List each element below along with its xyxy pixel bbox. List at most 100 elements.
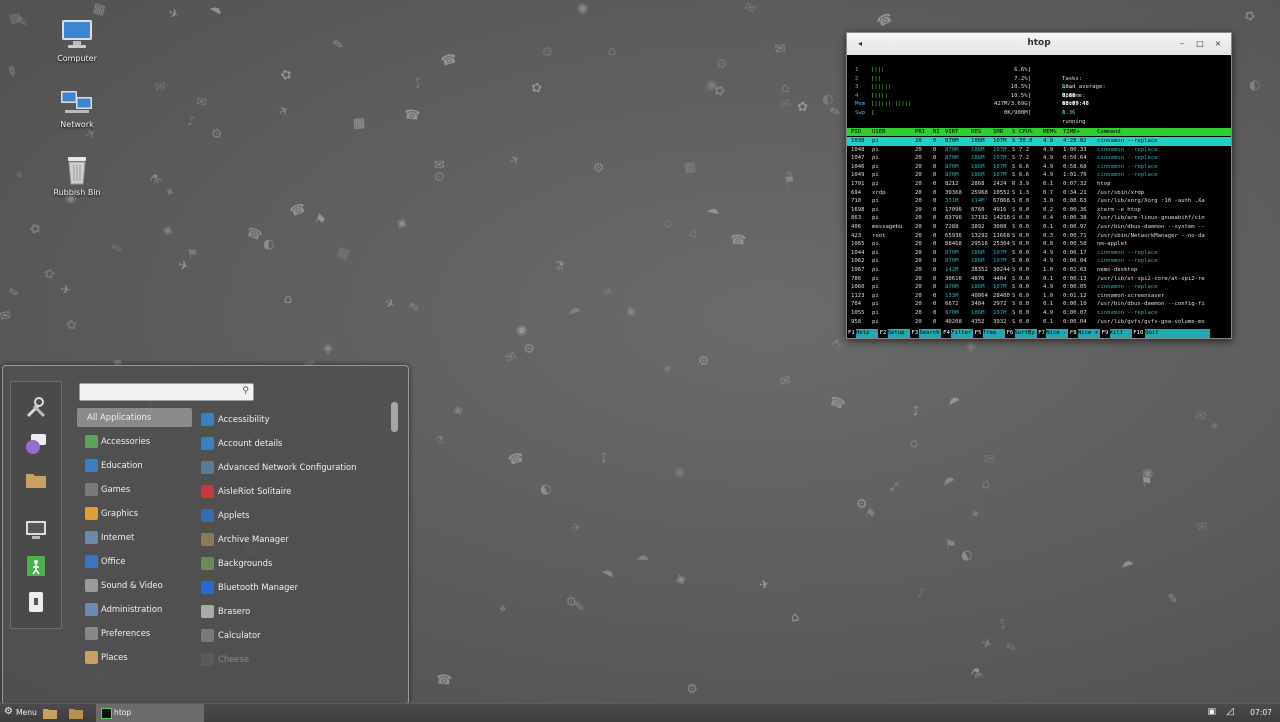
window-titlebar[interactable]: ◂ htop – □ × [847, 33, 1231, 55]
function-key-f10[interactable]: F10 [1133, 329, 1143, 338]
clock[interactable]: 07:07 [1250, 708, 1272, 717]
home-folder-launcher[interactable] [69, 704, 85, 722]
terminal-area[interactable]: 1 [||| 6.6%] 2 [|| 7.2%] 3 [||||| 10.5%] 4 [|||| 10… [847, 56, 1231, 338]
scrollbar[interactable] [391, 402, 398, 432]
app-item-cheese[interactable]: Cheese [197, 650, 397, 669]
application-menu[interactable]: ⚲ All Applications Accessories Education Ga… [2, 365, 409, 705]
function-key-label[interactable]: Search [919, 329, 942, 338]
function-key-f9[interactable]: F9 [1102, 329, 1109, 338]
column-header-pid[interactable]: PID [851, 128, 861, 137]
category-office[interactable]: Office [77, 552, 192, 571]
process-row[interactable]: 1047 pi 20 0 870M 186M 107M S 7.2 4.9 0:59.64 cinna… [847, 154, 1231, 163]
function-key-f1[interactable]: F1 [848, 329, 855, 338]
function-key-label[interactable]: Help [856, 329, 878, 338]
app-item-archive-manager[interactable]: Archive Manager [197, 530, 397, 549]
function-key-f2[interactable]: F2 [880, 329, 887, 338]
process-row[interactable]: 1048 pi 20 0 870M 186M 107M S 7.2 4.9 1:00.33 cinna… [847, 146, 1231, 155]
category-places[interactable]: Places [77, 648, 192, 667]
column-header-shr[interactable]: SHR [993, 128, 1003, 137]
maximize-button[interactable]: □ [1193, 37, 1207, 51]
process-row[interactable]: 1065 pi 20 0 88468 29516 25304 S 0.0 0.8 0:00.58 nm… [847, 240, 1231, 249]
tools-icon[interactable] [24, 396, 48, 420]
desktop-icon-network[interactable]: Network [37, 88, 117, 129]
function-key-f5[interactable]: F5 [975, 329, 982, 338]
function-key-label[interactable]: Filter [951, 329, 974, 338]
category-games[interactable]: Games [77, 480, 192, 499]
process-row[interactable]: 863 pi 20 0 63796 17192 14216 S 0.0 0.4 0:00.38/us… [847, 214, 1231, 223]
function-key-label[interactable]: Quit [1145, 329, 1210, 338]
process-row[interactable]: 784 pi 20 0 6672 3484 2972 S 0.0 0.1 0:00.10/usr/b… [847, 300, 1231, 309]
folder-icon[interactable] [24, 468, 48, 492]
column-header-time[interactable]: TIME+ [1063, 128, 1080, 137]
process-row[interactable]: 1060 pi 20 0 870M 186M 107M S 0.0 4.9 0:00.05 cinna… [847, 283, 1231, 292]
function-key-bar[interactable]: F1 Help F2 Setup F3 Search F4 Filter F5 Tree F6 Sor… [847, 329, 1231, 338]
function-key-label[interactable]: SortBy [1014, 329, 1037, 338]
htop-window[interactable]: ◂ htop – □ × 1 [||| 6.6%] 2 [|| 7.2%] 3 [||||| 1… [846, 32, 1232, 339]
app-item-account-details[interactable]: Account details [197, 434, 397, 453]
process-row[interactable]: 1038 pi 20 0 870M 186M 107M S 30.8 4.9 4:28.82 cinn… [847, 137, 1231, 146]
app-item-advanced-network-configuration[interactable]: Advanced Network Configuration [197, 458, 397, 477]
app-item-applets[interactable]: Applets [197, 506, 397, 525]
logout-icon[interactable] [24, 554, 48, 578]
app-item-backgrounds[interactable]: Backgrounds [197, 554, 397, 573]
minimize-button[interactable]: – [1175, 37, 1189, 51]
file-manager-launcher[interactable] [43, 704, 59, 722]
column-header-res[interactable]: RES [971, 128, 981, 137]
function-key-f7[interactable]: F7 [1038, 329, 1045, 338]
function-key-f3[interactable]: F3 [911, 329, 918, 338]
close-button[interactable]: × [1211, 37, 1225, 51]
taskbar-item-htop[interactable]: htop [96, 704, 204, 722]
app-item-brasero[interactable]: Brasero [197, 602, 397, 621]
function-key-f8[interactable]: F8 [1070, 329, 1077, 338]
display-icon[interactable]: ▣ [1207, 707, 1216, 717]
function-key-label[interactable]: Nice + [1077, 329, 1100, 338]
column-header-cmd[interactable]: Command [1097, 128, 1121, 137]
category-internet[interactable]: Internet [77, 528, 192, 547]
process-row[interactable]: 1123 pi 20 0 133M 40064 28400 S 0.0 1.0 0:01.12 cin… [847, 292, 1231, 301]
category-graphics[interactable]: Graphics [77, 504, 192, 523]
app-item-aisleriot-solitaire[interactable]: AisleRiot Solitaire [197, 482, 397, 501]
desktop-icon-computer[interactable]: Computer [37, 18, 117, 63]
app-item-calculator[interactable]: Calculator [197, 626, 397, 645]
process-row[interactable]: 958 pi 20 0 40208 4352 3932 S 0.0 0.1 0:00.04/usr/… [847, 318, 1231, 327]
process-row[interactable]: 1049 pi 20 0 870M 186M 107M S 6.6 4.9 1:01.70 cinna… [847, 171, 1231, 180]
process-table-header[interactable]: PID USER PRI NI VIRT RES SHR S CPU% MEM% TIME+ Comm… [847, 128, 1231, 136]
process-row[interactable]: 694 xrdp 20 0 39368 25968 10552 S 1.3 0.7 0:34.21 /… [847, 189, 1231, 198]
process-row[interactable]: 710 pi 20 0 331M 114M 67868 S 0.0 3.0 0:08.63/usr/… [847, 197, 1231, 206]
process-row[interactable]: 1698 pi 20 0 17096 8760 4916 S 0.0 0.2 0:00.36 xter… [847, 206, 1231, 215]
function-key-f6[interactable]: F6 [1007, 329, 1014, 338]
column-header-s[interactable]: S [1012, 128, 1015, 137]
category-accessories[interactable]: Accessories [77, 432, 192, 451]
chat-icon[interactable] [24, 432, 48, 456]
process-row[interactable]: 1046 pi 20 0 870M 186M 107M S 6.6 4.9 0:58.68 cinna… [847, 163, 1231, 172]
shutdown-icon[interactable] [24, 590, 48, 614]
process-row[interactable]: 1701 pi 20 0 8212 2868 2424 R 3.9 0.1 0:07.32 htop [847, 180, 1231, 189]
app-item-bluetooth-manager[interactable]: Bluetooth Manager [197, 578, 397, 597]
process-row[interactable]: 423 root 20 0 65936 13292 11668 S 0.0 0.3 0:00.71 /… [847, 232, 1231, 241]
process-row[interactable]: 1067 pi 20 0 142M 38352 30244 S 0.0 1.0 0:02.63 nem… [847, 266, 1231, 275]
column-header-user[interactable]: USER [872, 128, 885, 137]
column-header-mem[interactable]: MEM% [1043, 128, 1056, 137]
column-header-pri[interactable]: PRI [915, 128, 925, 137]
category-all-applications[interactable]: All Applications [77, 408, 192, 427]
system-monitor-icon[interactable] [24, 518, 48, 542]
category-education[interactable]: Education [77, 456, 192, 475]
process-row[interactable]: 1055 pi 20 0 870M 186M 107M S 0.0 4.9 0:00.07 cinna… [847, 309, 1231, 318]
function-key-label[interactable]: Nice - [1046, 329, 1069, 338]
function-key-label[interactable]: Kill [1109, 329, 1132, 338]
category-sound-video[interactable]: Sound & Video [77, 576, 192, 595]
column-header-cpu[interactable]: CPU% [1019, 128, 1032, 137]
menu-button[interactable]: ⚙ Menu [2, 704, 40, 722]
column-header-ni[interactable]: NI [933, 128, 940, 137]
process-row[interactable]: 786 pi 20 0 30616 4876 4404 S 0.0 0.1 0:00.13/usr/… [847, 275, 1231, 284]
app-item-accessibility[interactable]: Accessibility [197, 410, 397, 429]
process-row[interactable]: 1044 pi 20 0 870M 186M 107M S 0.0 4.9 0:00.17 cinna… [847, 249, 1231, 258]
function-key-f4[interactable]: F4 [943, 329, 950, 338]
search-input[interactable]: ⚲ [79, 383, 254, 401]
category-administration[interactable]: Administration [77, 600, 192, 619]
process-row[interactable]: 406 messagebu 20 0 7288 3892 3008 S 0.0 0.1 0:00.9… [847, 223, 1231, 232]
network-tray-icon[interactable]: ◿ [1226, 706, 1234, 717]
column-header-virt[interactable]: VIRT [945, 128, 958, 137]
process-row[interactable]: 1062 pi 20 0 870M 186M 107M S 0.0 4.9 0:00.04 cinna… [847, 257, 1231, 266]
function-key-label[interactable]: Setup [887, 329, 910, 338]
